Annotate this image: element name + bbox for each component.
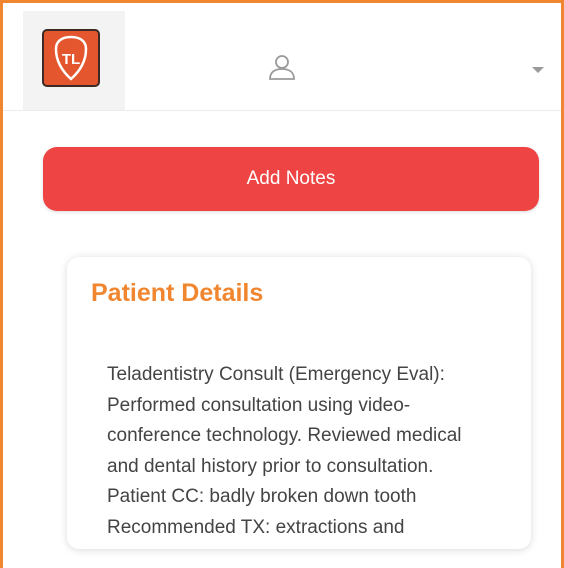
patient-details-line: Performed consultation using video-	[107, 394, 411, 416]
app-frame: TL Add Notes Patient Details Teladentist…	[0, 0, 564, 568]
top-bar: TL	[3, 3, 561, 111]
add-notes-button[interactable]: Add Notes	[43, 147, 539, 211]
add-notes-label: Add Notes	[246, 168, 336, 189]
logo-initials: TL	[62, 51, 80, 68]
patient-details-line: Patient CC: badly broken down tooth	[107, 486, 417, 507]
patient-details-line: Teladentistry Consult (Emergency Eval):	[107, 364, 445, 385]
patient-details-line: conference technology. Reviewed medical	[107, 425, 462, 446]
app-logo: TL	[42, 29, 100, 87]
patient-details-line: and dental history prior to consultation…	[107, 455, 434, 477]
patient-details-title: Patient Details	[91, 279, 264, 307]
patient-details-line: Recommended TX: extractions and	[107, 516, 405, 538]
tooth-shield-icon: TL	[54, 35, 88, 81]
logo-container[interactable]: TL	[23, 11, 125, 110]
chevron-down-icon[interactable]	[531, 66, 545, 74]
patient-details-card: Patient Details Teladentistry Consult (E…	[67, 257, 531, 549]
user-icon[interactable]	[267, 53, 297, 81]
patient-details-text: Teladentistry Consult (Emergency Eval): …	[107, 360, 517, 543]
